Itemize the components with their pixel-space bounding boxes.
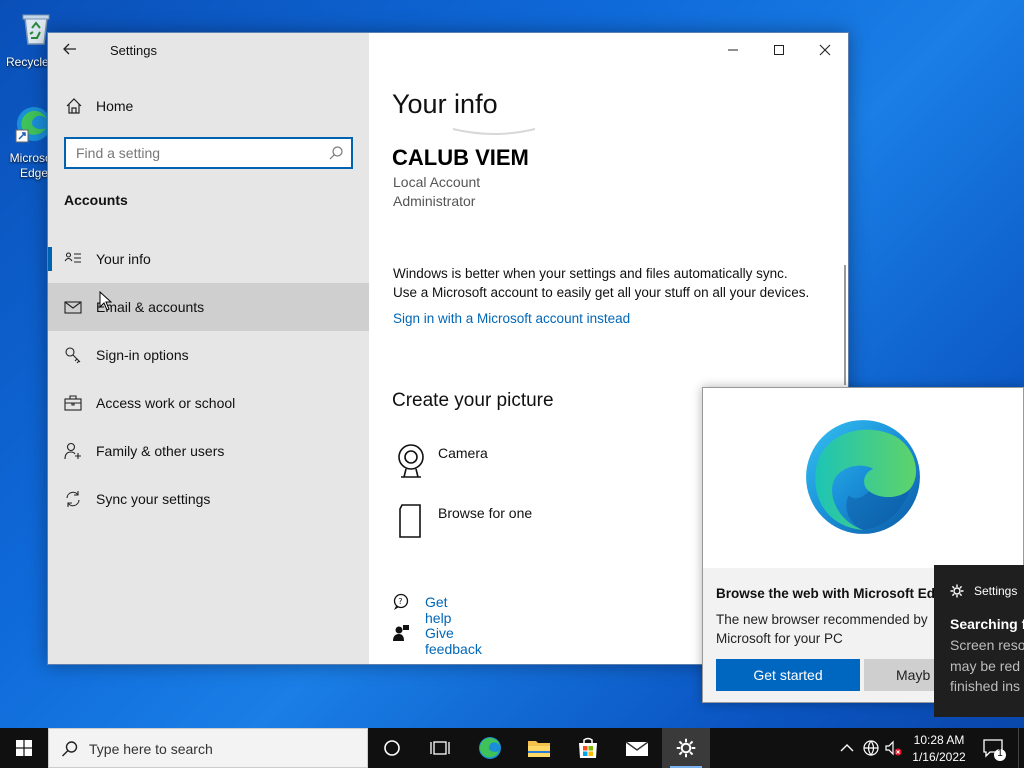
sidebar-item-label: Sign-in options [96,347,189,363]
cortana-icon [384,740,400,756]
back-arrow-icon [63,43,76,55]
clock-date[interactable]: 1/16/2022 [912,750,966,764]
search-box[interactable] [64,137,353,169]
action-center-button[interactable]: 1 [978,728,1012,768]
user-name: CALUB VIEM [392,145,529,170]
sidebar: Settings Home Accounts Your info Email &… [48,33,369,664]
feedback-icon [393,625,409,641]
show-desktop-button[interactable] [1018,728,1024,768]
document-icon [399,504,421,538]
key-icon [65,347,81,364]
toast-app-name: Settings [974,584,1018,598]
file-explorer-button[interactable] [515,728,563,768]
webcam-icon [398,444,424,478]
active-indicator [48,247,52,271]
account-role: Administrator [393,193,476,209]
minimize-icon [728,49,738,51]
briefcase-icon [64,395,82,411]
edge-hero [703,388,1023,568]
toast-message-line: finished ins [950,678,1021,694]
get-started-button[interactable]: Get started [716,659,860,691]
folder-icon [528,741,550,757]
home-icon [66,98,82,114]
microsoft-account-link[interactable]: Sign in with a Microsoft account instead [393,311,630,326]
sidebar-item-label: Access work or school [96,395,236,411]
toast-message-line: Screen reso [950,637,1024,653]
close-icon [819,44,831,56]
account-type: Local Account [393,174,481,190]
toast-notification[interactable]: Settings Searching f Screen reso may be … [934,565,1024,717]
minimize-button[interactable] [710,33,756,67]
edge-popup-description: The new browser recommended by Microsoft… [716,612,928,646]
maximize-icon [774,45,784,55]
edge-popup-title: Browse the web with Microsoft Ed [716,586,936,601]
mail-button[interactable] [613,728,661,768]
maximize-button[interactable] [756,33,802,67]
avatar [452,128,536,135]
get-help-label: Get help [425,594,452,626]
picture-heading: Create your picture [392,390,554,411]
sidebar-item-sign-in-options[interactable]: Sign-in options [48,331,369,379]
sidebar-item-sync-settings[interactable]: Sync your settings [48,475,369,523]
camera-option[interactable]: Camera [392,443,592,487]
sync-description-line: Use a Microsoft account to easily get al… [393,285,810,300]
volume-muted-icon[interactable] [884,739,902,757]
scrollbar[interactable] [844,265,846,385]
edge-logo-icon [806,420,920,534]
sidebar-item-label: Family & other users [96,443,225,459]
cortana-button[interactable] [368,728,416,768]
mail-icon [64,301,82,314]
taskbar-edge-button[interactable] [466,728,514,768]
help-chat-icon: ? [393,593,409,610]
camera-label: Camera [438,445,488,461]
toast-message-line: may be red [950,658,1021,674]
edge-icon [479,737,501,759]
taskbar-search-placeholder: Type here to search [89,741,213,757]
back-button[interactable] [62,41,84,59]
sidebar-item-home[interactable]: Home [48,91,369,123]
sidebar-item-label: Home [96,98,134,114]
sidebar-item-label: Your info [96,251,151,267]
give-feedback-label: Give feedback [425,625,482,657]
close-button[interactable] [802,33,848,67]
browse-option[interactable]: Browse for one [392,503,592,547]
taskbar-search-box[interactable]: Type here to search [48,728,368,768]
notification-icon [983,739,1006,761]
browse-label: Browse for one [438,505,533,521]
store-icon [579,737,597,758]
window-title: Settings [110,43,157,58]
search-input[interactable] [76,145,316,161]
clock-time[interactable]: 10:28 AM [912,733,966,747]
search-icon [62,741,78,757]
contact-card-icon [64,252,81,263]
taskbar-settings-button[interactable] [662,728,710,768]
task-view-button[interactable] [416,728,464,768]
sidebar-item-email-accounts[interactable]: Email & accounts [48,283,369,331]
sidebar-item-label: Sync your settings [96,491,211,507]
sidebar-item-family-users[interactable]: Family & other users [48,427,369,475]
start-button[interactable] [0,728,48,768]
page-title: Your info [392,89,498,119]
svg-text:?: ? [398,597,402,606]
gear-icon [676,738,696,758]
taskbar: Type here to search 10:28 AM 1/16/2022 1 [0,728,1024,768]
person-add-icon [64,442,81,460]
sidebar-item-your-info[interactable]: Your info [48,235,369,283]
title-bar: Settings [48,33,369,67]
mouse-cursor-icon [99,291,113,311]
sync-description-line: Windows is better when your settings and… [393,266,788,281]
search-icon[interactable] [328,145,344,161]
network-globe-icon[interactable] [862,739,880,757]
chevron-up-icon[interactable] [838,739,856,757]
section-heading: Accounts [64,192,128,208]
gear-icon [950,584,964,598]
store-button[interactable] [564,728,612,768]
toast-title: Searching f [950,616,1024,632]
windows-logo-icon [16,740,32,756]
task-view-icon [430,741,450,755]
sync-icon [66,491,80,507]
sidebar-item-access-work[interactable]: Access work or school [48,379,369,427]
mail-icon [625,741,649,756]
notification-count-badge: 1 [997,748,1003,759]
